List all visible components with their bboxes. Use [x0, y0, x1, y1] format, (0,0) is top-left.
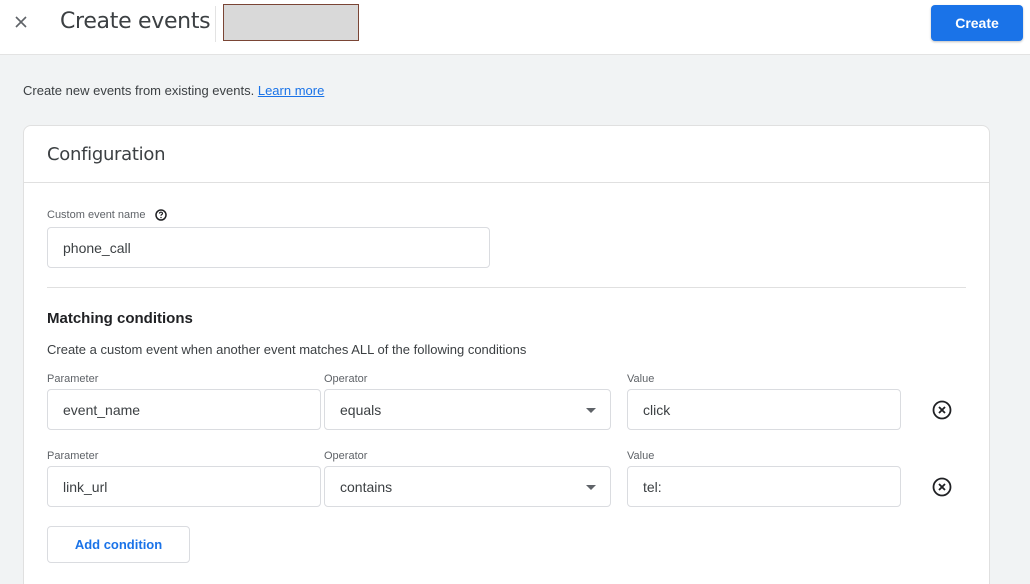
value-label: Value — [627, 450, 655, 462]
configuration-card: Configuration Custom event name Matching… — [23, 125, 990, 584]
card-header: Configuration — [24, 126, 989, 183]
parameter-label: Parameter — [47, 450, 99, 462]
value-input[interactable] — [627, 389, 901, 430]
dropdown-arrow-icon — [586, 408, 596, 413]
top-bar: Create events Create — [0, 0, 1030, 55]
value-input[interactable] — [627, 466, 901, 507]
remove-circle-icon — [932, 400, 952, 420]
page-title: Create events — [60, 9, 211, 34]
remove-circle-icon — [932, 477, 952, 497]
value-label: Value — [627, 373, 655, 385]
learn-more-link[interactable]: Learn more — [258, 83, 324, 98]
close-icon — [15, 16, 27, 28]
operator-label: Operator — [324, 373, 368, 385]
close-button[interactable] — [10, 11, 32, 33]
add-condition-button[interactable]: Add condition — [47, 526, 190, 563]
custom-event-name-input[interactable] — [47, 227, 490, 268]
create-button[interactable]: Create — [931, 5, 1023, 41]
dropdown-arrow-icon — [586, 485, 596, 490]
custom-event-name-label: Custom event name — [47, 209, 167, 221]
intro-text: Create new events from existing events. … — [23, 83, 324, 98]
redacted-property-name — [223, 4, 359, 41]
intro-description: Create new events from existing events. — [23, 83, 258, 98]
operator-select[interactable]: contains — [324, 466, 611, 507]
help-icon[interactable] — [154, 209, 167, 221]
operator-value: equals — [340, 401, 382, 418]
remove-condition-button[interactable] — [931, 476, 953, 498]
title-divider — [215, 6, 216, 42]
matching-conditions-title: Matching conditions — [47, 310, 193, 327]
custom-event-name-label-text: Custom event name — [47, 209, 146, 221]
operator-select[interactable]: equals — [324, 389, 611, 430]
operator-value: contains — [340, 478, 393, 495]
parameter-input[interactable] — [47, 466, 321, 507]
parameter-label: Parameter — [47, 373, 99, 385]
card-title: Configuration — [47, 144, 166, 165]
parameter-input[interactable] — [47, 389, 321, 430]
remove-condition-button[interactable] — [931, 399, 953, 421]
operator-label: Operator — [324, 450, 368, 462]
section-divider — [47, 287, 966, 288]
matching-conditions-description: Create a custom event when another event… — [47, 342, 527, 357]
